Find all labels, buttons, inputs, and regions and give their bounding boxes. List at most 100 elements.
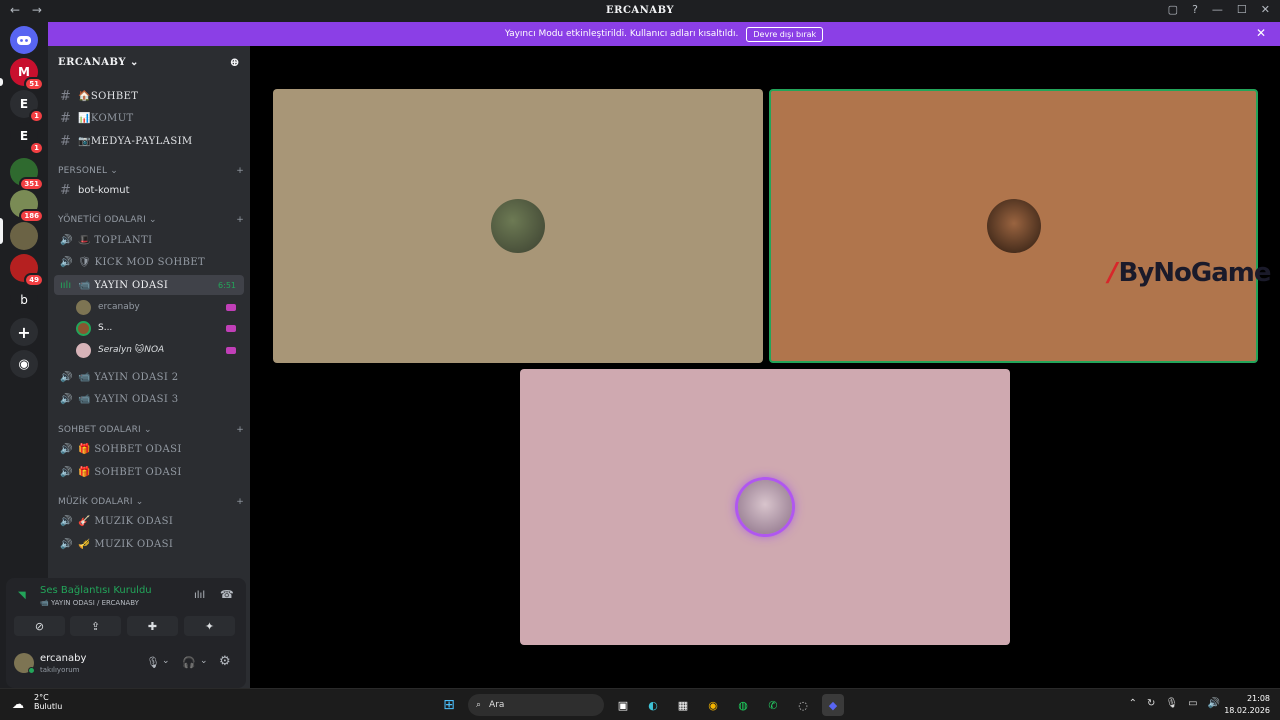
channel-kick-mod-sohbet[interactable]: 🔊 🛡 KICK MOD SOHBET: [54, 252, 244, 272]
soundboard-button[interactable]: ✦: [184, 616, 235, 636]
home-button[interactable]: [10, 26, 38, 54]
voice-status[interactable]: Ses Bağlantısı Kuruldu: [40, 585, 152, 596]
mention-badge: 1: [29, 109, 44, 123]
windows-start-icon[interactable]: ⊞: [438, 694, 460, 716]
participant-tile[interactable]: [273, 89, 763, 363]
search-box[interactable]: ⌕ Ara: [468, 694, 604, 716]
channel-toplanti[interactable]: 🔊 🎩 TOPLANTI: [54, 230, 244, 250]
streamer-mode-banner: Yayıncı Modu etkinleştirildi. Kullanıcı …: [48, 22, 1280, 46]
disconnect-icon[interactable]: ☎: [220, 588, 234, 601]
hash-icon: #: [60, 133, 71, 149]
whatsapp-icon[interactable]: ✆: [762, 694, 784, 716]
server-icon[interactable]: E1: [10, 122, 44, 155]
watermark-text: ByNoGame: [1118, 258, 1272, 288]
spotify-icon[interactable]: ◍: [732, 694, 754, 716]
discover-button[interactable]: ◉: [10, 350, 38, 378]
channel-komut[interactable]: # 📊KOMUT: [54, 108, 244, 128]
microphone-icon[interactable]: 🎙: [146, 656, 160, 669]
channel-muzik-odasi[interactable]: 🔊 🎸 MUZIK ODASI: [54, 511, 244, 531]
speaker-icon: 🔊: [60, 515, 73, 527]
clock[interactable]: 21:08 18.02.2026: [1224, 693, 1270, 717]
app-icon[interactable]: ◌: [792, 694, 814, 716]
channel-label: bot-komut: [78, 184, 130, 196]
category-label: SOHBET ODALARI: [58, 425, 141, 435]
server-icon[interactable]: 49: [10, 254, 44, 287]
channel-sohbet-odasi[interactable]: 🔊 🎁 SOHBET ODASI: [54, 439, 244, 459]
banner-close-icon[interactable]: ✕: [1256, 26, 1266, 40]
speaker-icon: 🔊: [60, 256, 73, 268]
channel-yayin-odasi-3[interactable]: 🔊 📹 YAYIN ODASI 3: [54, 389, 244, 409]
server-icon[interactable]: 351: [10, 158, 44, 191]
maximize-button[interactable]: ☐: [1237, 3, 1247, 16]
chevron-down-icon[interactable]: ⌄: [162, 656, 170, 666]
username[interactable]: ercanaby: [40, 653, 86, 664]
activities-button[interactable]: ✚: [127, 616, 178, 636]
server-header[interactable]: ERCANABY ⌄ ⊕: [48, 46, 250, 78]
category-muzik-odalari[interactable]: MÜZİK ODALARI ⌄ +: [58, 497, 244, 507]
server-icon[interactable]: b: [10, 286, 38, 314]
headphones-icon[interactable]: 🎧: [182, 656, 196, 669]
edge-icon[interactable]: ◐: [642, 694, 664, 716]
display-icon[interactable]: ▭: [1188, 698, 1197, 709]
category-sohbet-odalari[interactable]: SOHBET ODALARI ⌄ +: [58, 425, 244, 435]
server-icon[interactable]: M 51: [10, 58, 44, 91]
task-view-icon[interactable]: ▣: [612, 694, 634, 716]
server-name: ERCANABY: [58, 56, 126, 68]
voice-member[interactable]: ercanaby: [76, 297, 244, 317]
store-icon[interactable]: ▦: [672, 694, 694, 716]
unread-pill: [0, 78, 3, 86]
weather-widget[interactable]: ☁ 2°C Bulutlu: [12, 693, 62, 711]
server-icon[interactable]: E1: [10, 90, 44, 123]
volume-icon[interactable]: 🔊: [1208, 698, 1220, 709]
add-member-icon[interactable]: ⊕: [229, 55, 240, 69]
close-button[interactable]: ✕: [1261, 3, 1270, 16]
add-channel-icon[interactable]: +: [236, 425, 244, 435]
add-channel-icon[interactable]: +: [236, 497, 244, 507]
disable-streamer-mode-button[interactable]: Devre dışı bırak: [746, 26, 824, 42]
participant-avatar: [987, 199, 1041, 253]
chrome-icon[interactable]: ◉: [702, 694, 724, 716]
server-icon[interactable]: 186: [10, 190, 44, 223]
noise-suppression-icon[interactable]: ılıl: [194, 590, 205, 601]
category-label: MÜZİK ODALARI: [58, 497, 133, 507]
add-channel-icon[interactable]: +: [236, 215, 244, 225]
add-channel-icon[interactable]: +: [236, 166, 244, 176]
chevron-up-icon[interactable]: ⌃: [1129, 698, 1137, 709]
category-yonetici[interactable]: YÖNETİCİ ODALARI ⌄ +: [58, 215, 244, 225]
channel-medya-paylasim[interactable]: # 📷MEDYA-PAYLASIM: [54, 131, 244, 151]
channel-sohbet-odasi[interactable]: 🔊 🎁 SOHBET ODASI: [54, 462, 244, 482]
speaker-icon: 🔊: [60, 466, 73, 478]
inbox-icon[interactable]: ▢: [1168, 3, 1178, 16]
plus-icon: +: [17, 322, 31, 342]
channel-yayin-odasi[interactable]: ıılı 📹 YAYIN ODASI 6:51: [54, 275, 244, 295]
mic-tray-icon[interactable]: 🎙: [1165, 698, 1178, 709]
search-placeholder: Ara: [489, 700, 505, 710]
hash-icon: #: [60, 182, 71, 198]
channel-yayin-odasi-2[interactable]: 🔊 📹 YAYIN ODASI 2: [54, 367, 244, 387]
channel-label: 🎁 SOHBET ODASI: [78, 443, 182, 455]
taskbar-apps: ⊞ ⌕ Ara ▣ ◐ ▦ ◉ ◍ ✆ ◌ ◆: [438, 694, 844, 716]
participant-tile-speaking[interactable]: [769, 89, 1258, 363]
discord-taskbar-icon[interactable]: ◆: [822, 694, 844, 716]
cloud-icon: ☁: [12, 697, 24, 711]
server-icon-active[interactable]: [10, 222, 38, 250]
sync-icon[interactable]: ↻: [1147, 698, 1155, 709]
participant-tile[interactable]: [520, 369, 1010, 645]
chevron-down-icon: ⌄: [149, 215, 157, 225]
live-icon: [226, 303, 236, 311]
channel-muzik-odasi[interactable]: 🔊 🎺 MUZIK ODASI: [54, 534, 244, 554]
category-personel[interactable]: PERSONEL ⌄ +: [58, 166, 244, 176]
voice-member[interactable]: S...: [76, 318, 244, 338]
channel-sohbet[interactable]: # 🏠SOHBET: [54, 86, 244, 106]
gear-icon[interactable]: ⚙: [219, 654, 231, 669]
chevron-down-icon[interactable]: ⌄: [200, 656, 208, 666]
minimize-button[interactable]: —: [1212, 3, 1223, 16]
voice-call-area: [250, 46, 1280, 688]
avatar: [76, 342, 91, 358]
add-server-button[interactable]: +: [10, 318, 38, 346]
camera-button[interactable]: ⊘: [14, 616, 65, 636]
screen-share-button[interactable]: ⇪: [70, 616, 121, 636]
voice-member[interactable]: Seralyn 🐱NOA: [76, 340, 244, 360]
channel-bot-komut[interactable]: # bot-komut: [54, 180, 244, 200]
help-icon[interactable]: ?: [1192, 3, 1198, 16]
